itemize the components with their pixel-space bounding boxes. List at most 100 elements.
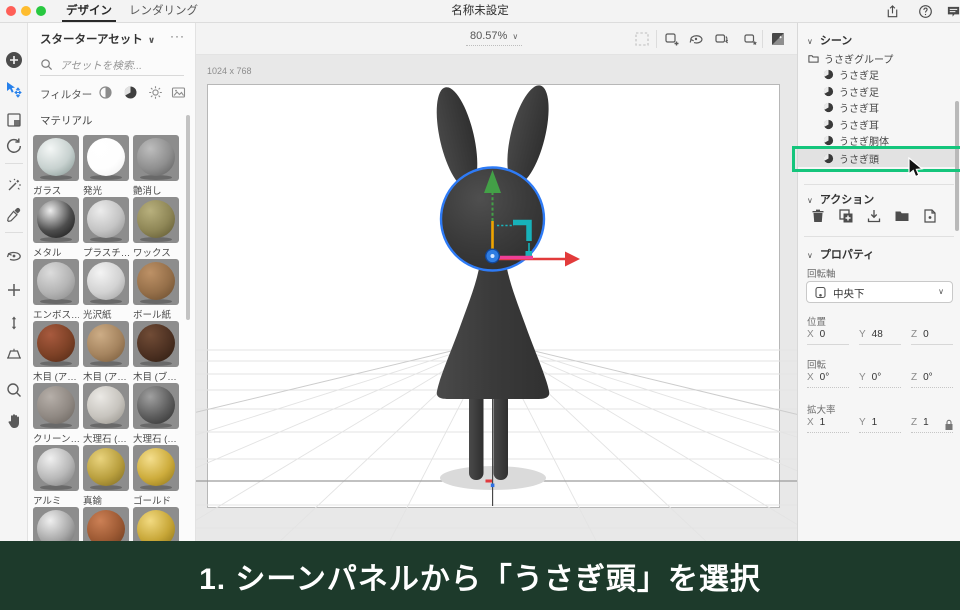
select-move-tool-icon[interactable] (5, 81, 23, 99)
material-thumbnail[interactable] (133, 197, 179, 243)
material-label: ゴールド (133, 493, 179, 507)
position-x-field[interactable]: X0 (807, 329, 849, 345)
material-thumbnail[interactable] (33, 383, 79, 429)
dolly-camera-tool-icon[interactable] (5, 314, 23, 332)
add-content-icon[interactable] (5, 51, 23, 69)
filter-images-icon[interactable] (171, 85, 186, 100)
horizon-tool-icon[interactable] (5, 346, 23, 364)
assets-panel-title[interactable]: スターターアセット∨ (40, 31, 155, 47)
mesh-sphere-icon (823, 69, 834, 80)
rotation-z-field[interactable]: Z0° (911, 372, 953, 388)
magic-wand-tool-icon[interactable] (5, 176, 23, 194)
zoom-level-dropdown[interactable]: 80.57%∨ (466, 30, 522, 46)
position-label: 位置 (807, 314, 826, 328)
materials-section-header[interactable]: マテリアル▾ (40, 113, 188, 128)
material-thumbnail[interactable] (133, 445, 179, 491)
material-thumbnail[interactable] (133, 383, 179, 429)
material-swatch[interactable]: 大理石 (… (133, 383, 179, 445)
position-y-field[interactable]: Y48 (859, 329, 901, 345)
share-icon[interactable] (885, 4, 900, 19)
assets-more-menu[interactable]: ··· (170, 29, 185, 43)
material-thumbnail[interactable] (83, 445, 129, 491)
material-swatch[interactable]: 木目 (ア… (83, 321, 129, 383)
material-label: 大理石 (… (133, 431, 179, 445)
delete-icon[interactable] (810, 208, 826, 224)
camera-bookmarks-icon[interactable] (742, 31, 758, 47)
material-swatch[interactable]: ボール紙 (133, 259, 179, 321)
material-swatch[interactable]: 光沢紙 (83, 259, 129, 321)
material-swatch[interactable]: クリーン… (33, 383, 79, 445)
render-preview-toggle-icon[interactable] (770, 31, 786, 47)
material-swatch[interactable]: 木目 (ブ… (133, 321, 179, 383)
material-thumbnail[interactable] (133, 321, 179, 367)
material-thumbnail[interactable] (83, 383, 129, 429)
camera-bookmark-add-icon[interactable] (664, 31, 680, 47)
material-thumbnail[interactable] (83, 259, 129, 305)
assets-scrollbar[interactable] (186, 115, 190, 320)
material-label: ワックス (133, 245, 179, 259)
material-swatch[interactable]: ゴールド (133, 445, 179, 507)
asset-search-input[interactable]: アセットを検索... (40, 56, 184, 76)
rotation-x-field[interactable]: X0° (807, 372, 849, 388)
left-tool-rail (0, 23, 28, 610)
new-file-icon[interactable] (922, 208, 938, 224)
material-thumbnail[interactable] (133, 135, 179, 181)
scene-panel-header[interactable]: ∨シーン (807, 32, 852, 48)
viewport-canvas[interactable]: 1024 x 768 (196, 55, 797, 610)
duplicate-group-icon[interactable] (838, 208, 854, 224)
material-thumbnail[interactable] (33, 135, 79, 181)
properties-panel-header[interactable]: ∨プロパティ (807, 246, 874, 262)
material-thumbnail[interactable] (83, 321, 129, 367)
hand-tool-icon[interactable] (5, 412, 23, 430)
material-swatch[interactable]: エンボス… (33, 259, 79, 321)
scale-tool-icon[interactable] (5, 111, 23, 129)
material-swatch[interactable]: 真鍮 (83, 445, 129, 507)
material-swatch[interactable]: メタル (33, 197, 79, 259)
scene-item[interactable]: うさぎ耳 (798, 116, 958, 133)
position-z-field[interactable]: Z0 (911, 329, 953, 345)
material-thumbnail[interactable] (133, 259, 179, 305)
orbit-camera-tool-icon[interactable] (5, 247, 23, 265)
help-icon[interactable] (918, 4, 933, 19)
material-swatch[interactable]: 大理石 (… (83, 383, 129, 445)
material-swatch[interactable]: アルミ (33, 445, 79, 507)
material-swatch[interactable]: ガラス (33, 135, 79, 197)
scene-group-row[interactable]: うさぎグループ (798, 50, 958, 67)
filter-materials-icon[interactable] (123, 85, 138, 100)
position-fields: X0 Y48 Z0 (807, 329, 957, 346)
material-swatch[interactable]: 艶消し (133, 135, 179, 197)
camera-rotate-icon[interactable] (714, 31, 730, 47)
material-thumbnail[interactable] (33, 321, 79, 367)
orbit-hand-icon[interactable] (688, 31, 704, 47)
material-swatch[interactable]: 発光 (83, 135, 129, 197)
feedback-icon[interactable] (946, 4, 960, 19)
rotate-tool-icon[interactable] (5, 137, 23, 155)
material-swatch[interactable]: ワックス (133, 197, 179, 259)
material-thumbnail[interactable] (33, 197, 79, 243)
zoom-tool-icon[interactable] (5, 381, 23, 399)
material-sphere-preview (87, 262, 125, 300)
actions-panel-header[interactable]: ∨アクション (807, 191, 874, 207)
scene-item[interactable]: うさぎ足 (798, 67, 958, 84)
scene-item[interactable]: うさぎ足 (798, 83, 958, 100)
pan-camera-tool-icon[interactable] (5, 281, 23, 299)
scale-x-field[interactable]: X1 (807, 417, 849, 433)
material-thumbnail[interactable] (33, 259, 79, 305)
folder-icon[interactable] (894, 208, 910, 224)
rotation-y-field[interactable]: Y0° (859, 372, 901, 388)
scale-y-field[interactable]: Y1 (859, 417, 901, 433)
filter-lights-icon[interactable] (148, 85, 163, 100)
material-sphere-preview (137, 138, 175, 176)
material-thumbnail[interactable] (83, 135, 129, 181)
material-thumbnail[interactable] (33, 445, 79, 491)
export-icon[interactable] (866, 208, 882, 224)
pivot-axis-select[interactable]: 中央下 ∨ (806, 281, 953, 303)
material-swatch[interactable]: 木目 (ア… (33, 321, 79, 383)
material-sphere-preview (137, 324, 175, 362)
filter-models-icon[interactable] (98, 85, 113, 100)
scale-lock-icon[interactable] (944, 419, 954, 431)
scene-item[interactable]: うさぎ耳 (798, 100, 958, 117)
material-swatch[interactable]: プラスチ… (83, 197, 129, 259)
eyedropper-tool-icon[interactable] (5, 206, 23, 224)
material-thumbnail[interactable] (83, 197, 129, 243)
